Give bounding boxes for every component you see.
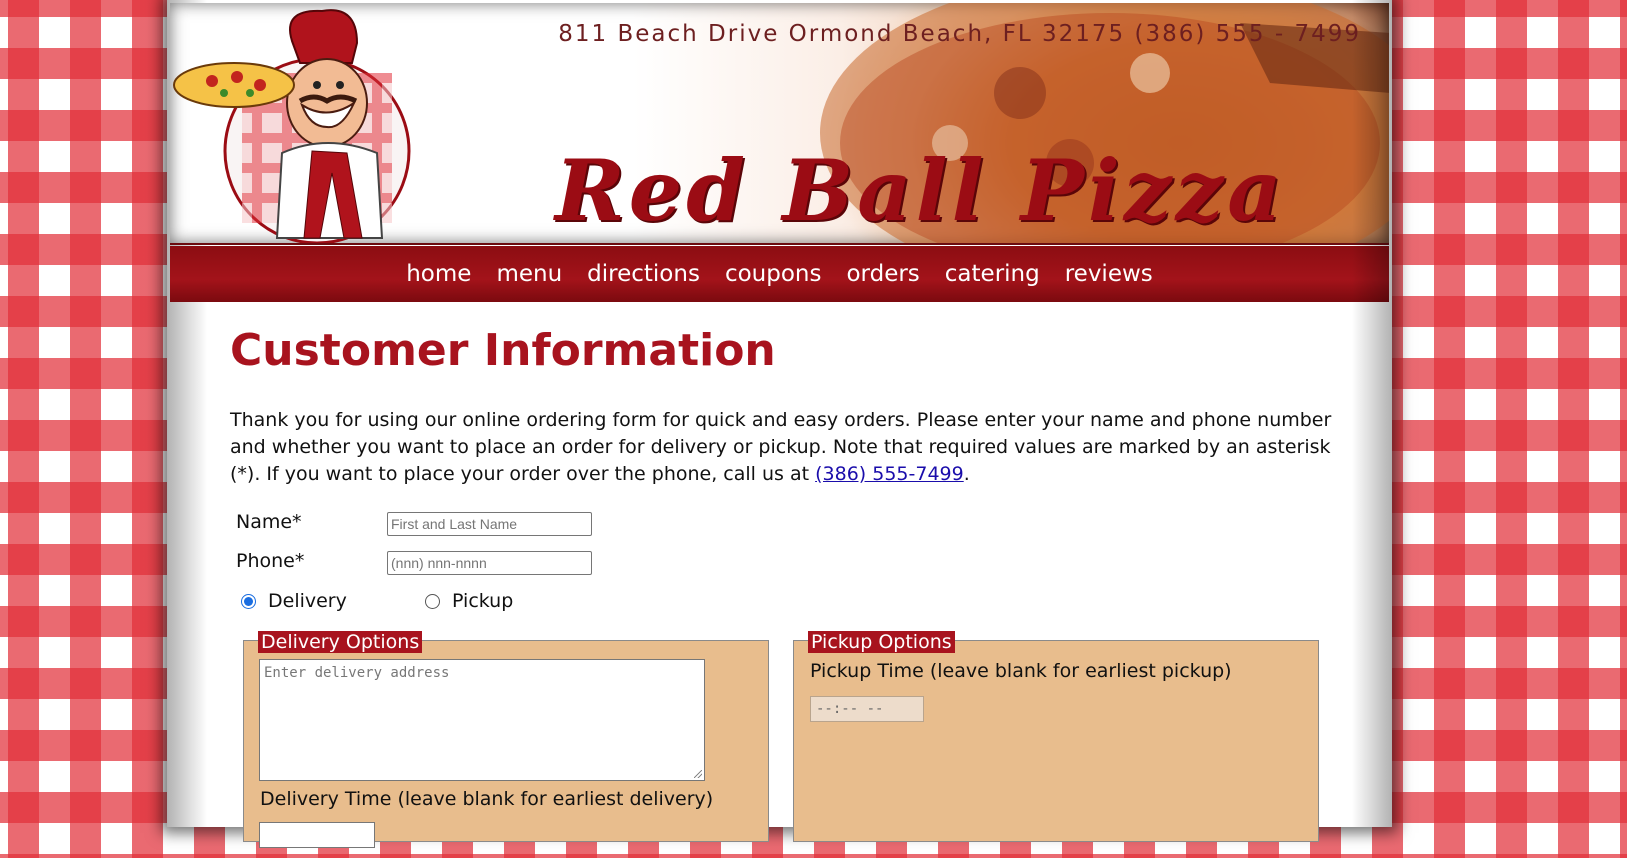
brand-name: Red Ball Pizza bbox=[555, 141, 1286, 240]
delivery-address-textarea[interactable]: Enter delivery address bbox=[259, 659, 705, 781]
name-row: Name* bbox=[236, 511, 592, 536]
pickup-radio[interactable] bbox=[425, 593, 440, 609]
phone-label: Phone* bbox=[236, 550, 305, 572]
main-content: Customer Information Thank you for using… bbox=[230, 325, 1340, 848]
delivery-time-label: Delivery Time (leave blank for earliest … bbox=[260, 788, 714, 810]
delivery-radio-label: Delivery bbox=[268, 590, 347, 612]
nav-menu[interactable]: menu bbox=[496, 261, 562, 287]
pickup-options-legend: Pickup Options bbox=[808, 631, 955, 653]
nav-home[interactable]: home bbox=[406, 261, 471, 287]
phone-link[interactable]: (386) 555-7499 bbox=[815, 463, 964, 485]
chef-mascot-logo bbox=[173, 9, 411, 243]
page-title: Customer Information bbox=[230, 325, 776, 376]
delivery-radio-option[interactable]: Delivery bbox=[241, 590, 347, 612]
intro-end: . bbox=[963, 463, 970, 485]
nav-directions[interactable]: directions bbox=[587, 261, 700, 287]
delivery-options-fieldset: Delivery Options Enter delivery address … bbox=[243, 631, 769, 848]
delivery-address-placeholder: Enter delivery address bbox=[264, 665, 450, 681]
name-input[interactable] bbox=[387, 512, 592, 536]
site-banner: 811 Beach Drive Ormond Beach, FL 32175 (… bbox=[170, 3, 1389, 245]
nav-orders[interactable]: orders bbox=[846, 261, 919, 287]
nav-reviews[interactable]: reviews bbox=[1065, 261, 1153, 287]
intro-text: Thank you for using our online ordering … bbox=[230, 407, 1340, 488]
delivery-radio[interactable] bbox=[241, 593, 256, 609]
pickup-radio-option[interactable]: Pickup bbox=[425, 590, 513, 612]
delivery-options-legend: Delivery Options bbox=[258, 631, 423, 653]
pickup-radio-label: Pickup bbox=[452, 590, 514, 612]
pickup-time-label: Pickup Time (leave blank for earliest pi… bbox=[810, 660, 1232, 682]
intro-body: Thank you for using our online ordering … bbox=[230, 409, 1332, 485]
restaurant-address: 811 Beach Drive Ormond Beach, FL 32175 (… bbox=[558, 21, 1361, 47]
nav-catering[interactable]: catering bbox=[945, 261, 1040, 287]
page-container: 811 Beach Drive Ormond Beach, FL 32175 (… bbox=[167, 0, 1392, 848]
phone-input[interactable] bbox=[387, 551, 592, 575]
pickup-time-input[interactable]: --:-- -- bbox=[810, 696, 924, 722]
main-nav: home menu directions coupons orders cate… bbox=[170, 246, 1389, 302]
resize-grip-icon[interactable] bbox=[694, 770, 702, 778]
delivery-time-input[interactable] bbox=[259, 822, 375, 848]
name-label: Name* bbox=[236, 511, 302, 533]
phone-row: Phone* bbox=[236, 550, 592, 575]
nav-coupons[interactable]: coupons bbox=[725, 261, 822, 287]
pickup-options-fieldset: Pickup Options Pickup Time (leave blank … bbox=[793, 631, 1319, 842]
